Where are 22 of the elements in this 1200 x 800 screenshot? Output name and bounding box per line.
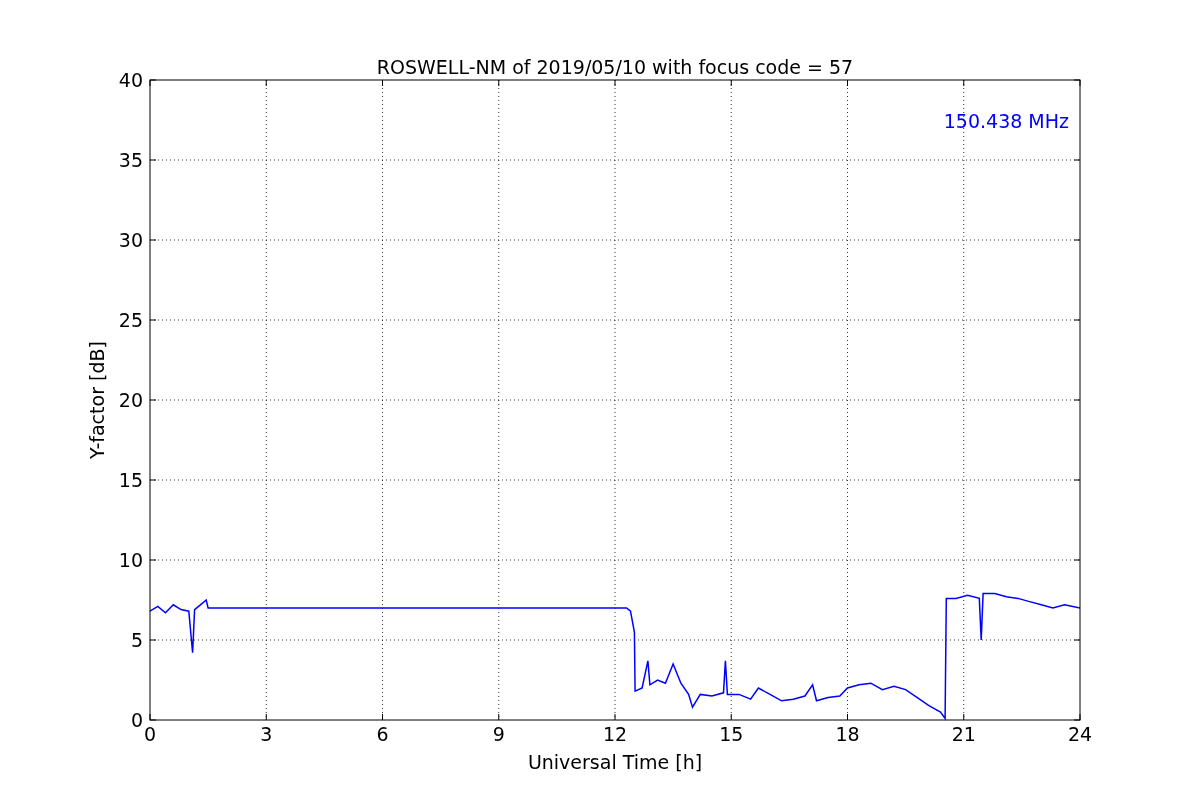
y-tick-label: 0	[130, 709, 143, 731]
y-tick-label: 40	[118, 69, 143, 91]
x-tick-label: 0	[143, 723, 157, 745]
chart-title: ROSWELL-NM of 2019/05/10 with focus code = 57	[376, 56, 854, 78]
x-tick-label: 18	[835, 723, 860, 745]
x-tick-label: 21	[951, 723, 976, 745]
x-tick-label: 12	[602, 723, 628, 745]
y-tick-label: 35	[118, 149, 143, 171]
y-tick-label: 15	[118, 469, 143, 491]
x-tick-label: 3	[260, 723, 273, 745]
y-tick-label: 5	[130, 629, 143, 651]
frequency-label: 150.438 MHz	[943, 110, 1069, 132]
y-tick-label: 20	[118, 389, 143, 411]
x-tick-label: 24	[1067, 723, 1093, 745]
x-tick-label: 6	[376, 723, 389, 745]
y-tick-label: 30	[118, 229, 143, 251]
x-tick-label: 15	[719, 723, 744, 745]
x-axis-label: Universal Time [h]	[527, 751, 703, 773]
y-axis-label: Y-factor [dB]	[86, 341, 108, 459]
y-tick-label: 10	[118, 549, 143, 571]
y-tick-label: 25	[118, 309, 143, 331]
x-tick-label: 9	[492, 723, 505, 745]
